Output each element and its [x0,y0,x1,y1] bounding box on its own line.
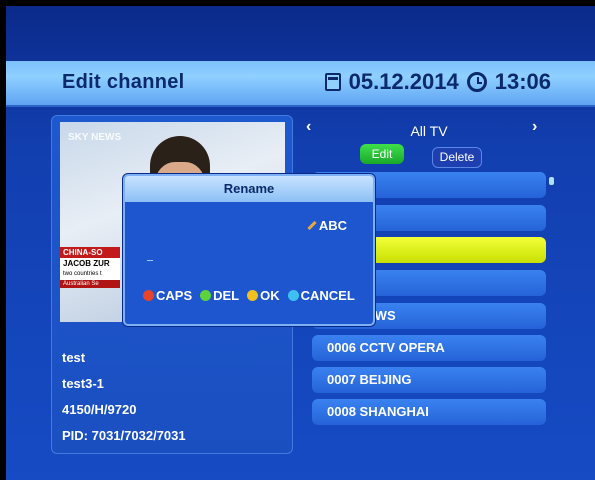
tv-screen: Edit channel 05.12.2014 13:06 SKY NEWS C… [0,0,595,480]
calendar-icon [324,73,341,91]
ticker-line: CHINA-SO [60,247,120,258]
pid-info: PID: 7031/7032/7031 [62,428,186,443]
header-bar: Edit channel 05.12.2014 13:06 [6,61,595,107]
blue-key-icon [287,290,299,301]
caps-key-label: CAPS [156,288,193,303]
cancel-key-label: CANCEL [300,288,355,303]
channel-row[interactable]: 0007 BEIJING [312,367,546,393]
news-ticker: CHINA-SO JACOB ZUR two countries t Austr… [60,247,120,288]
ticker-line: two countries t [60,269,120,280]
date-time: 05.12.2014 13:06 [324,69,551,95]
color-key-legend: CAPS DEL OK CANCEL [143,288,355,303]
caps-key[interactable]: CAPS [143,288,192,303]
time-text: 13:06 [494,69,551,94]
yellow-key-icon [247,290,259,301]
cancel-key[interactable]: CANCEL [287,288,355,303]
del-key[interactable]: DEL [200,288,239,303]
next-group-arrow[interactable]: › [532,118,537,136]
delete-button[interactable]: Delete [432,147,482,168]
channel-row[interactable]: 0006 CCTV OPERA [312,335,546,361]
channel-subname: test3-1 [62,376,104,391]
text-cursor[interactable] [147,260,153,261]
rename-dialog: Rename ABC CAPS DEL OK CANCEL [123,174,375,326]
transponder-info: 4150/H/9720 [62,402,137,417]
group-title: All TV [410,123,448,139]
channel-logo: SKY NEWS [68,132,122,143]
ok-key-label: OK [260,288,280,303]
ticker-line: Australian Se [60,280,120,288]
scrollbar[interactable] [549,177,554,185]
channel-row[interactable]: 0008 SHANGHAI [312,399,546,425]
edit-button[interactable]: Edit [360,144,404,164]
green-key-icon [200,290,212,301]
del-key-label: DEL [213,288,240,303]
date-text: 05.12.2014 [348,69,459,94]
ok-key[interactable]: OK [247,288,280,303]
pencil-icon [307,220,317,231]
page-title: Edit channel [62,71,185,93]
red-key-icon [143,290,154,301]
input-mode-label: ABC [318,218,347,233]
channel-name: test [62,350,86,365]
clock-icon [466,72,487,92]
ticker-line: JACOB ZUR [60,258,120,269]
input-mode: ABC [307,218,347,233]
dialog-title: Rename [125,176,373,202]
